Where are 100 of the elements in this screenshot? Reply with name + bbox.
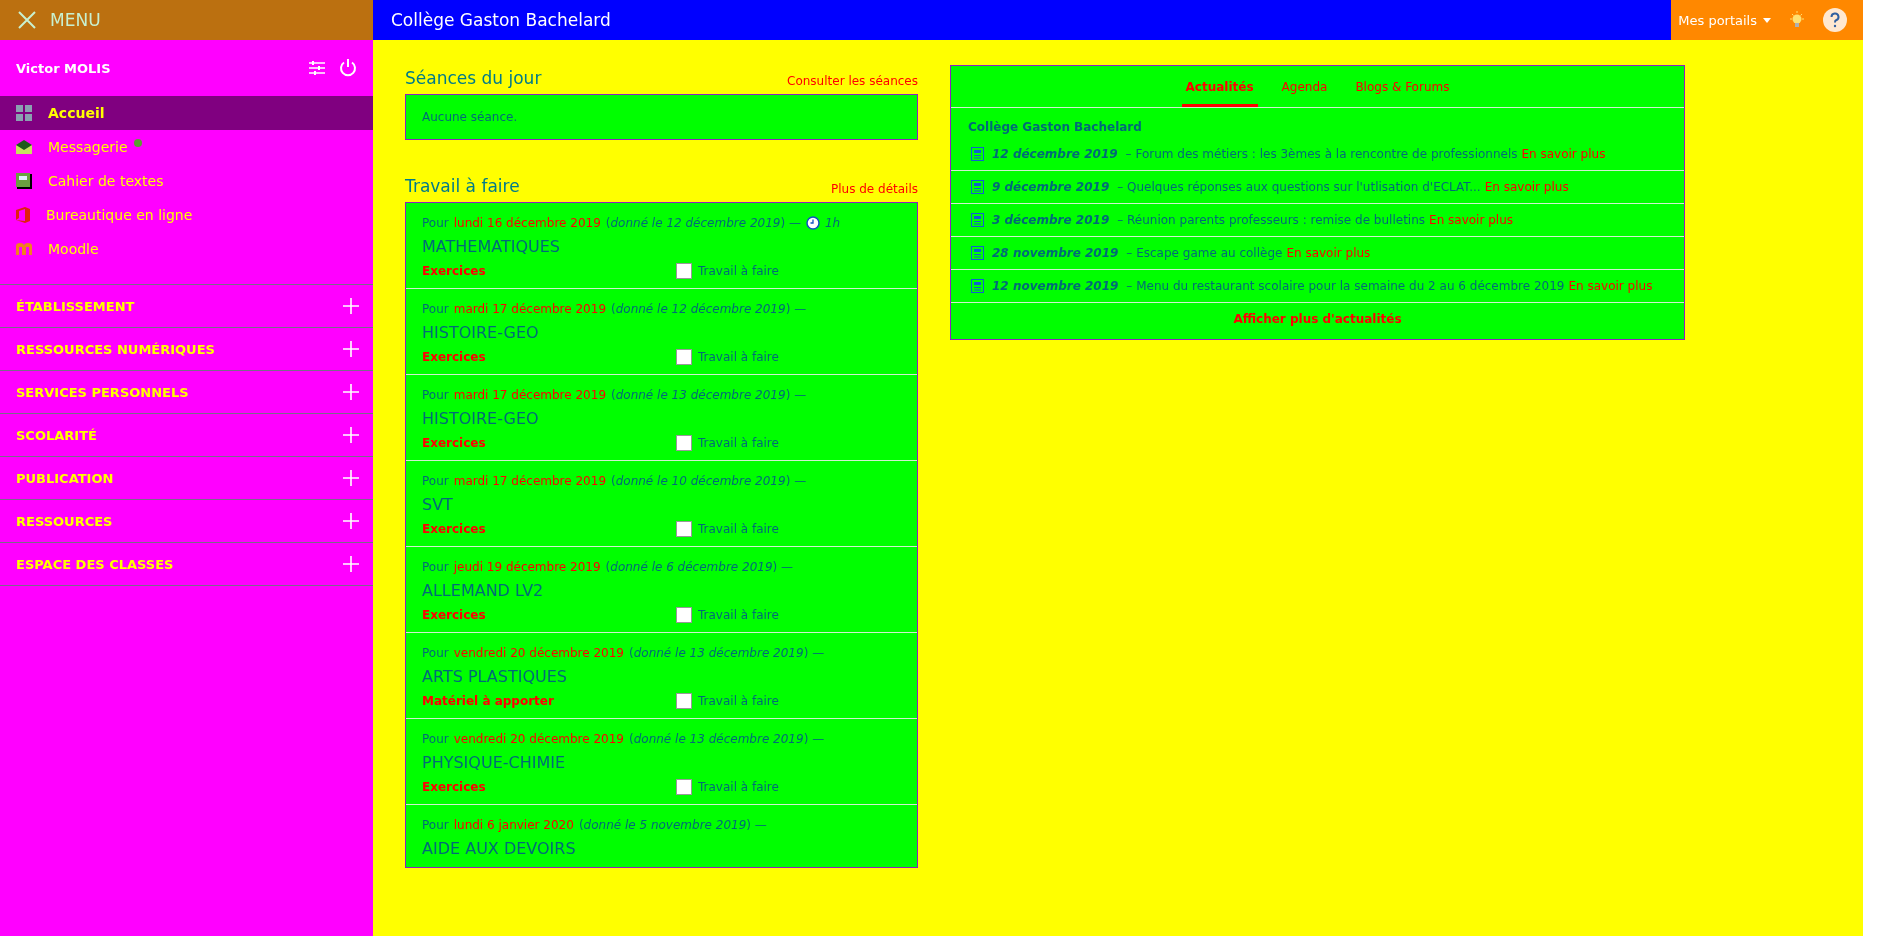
due-date: mardi 17 décembre 2019 [453,474,606,488]
homework-type: Exercices [422,436,487,450]
homework-type: Exercices [422,350,487,364]
news-date: 3 décembre 2019 [992,213,1110,227]
tab[interactable]: Blogs & Forums [1351,80,1454,107]
news-date: 28 novembre 2019 [992,246,1119,260]
sidebar-section[interactable]: PUBLICATION [0,457,373,500]
grid-icon [16,105,32,121]
news-title: – Menu du restaurant scolaire pour la semaine du 2 au 6 décembre 2019 [1126,279,1565,293]
read-more-link[interactable]: En savoir plus [1286,246,1371,260]
news-title: – Réunion parents professeurs : remise de bulletins [1117,213,1426,227]
details-link[interactable]: Plus de détails [830,182,918,196]
homework-type: Exercices [422,522,487,536]
help-button[interactable] [1823,8,1847,32]
homework-prefix: Pour [422,818,449,832]
subject: PHYSIQUE-CHIMIE [422,753,567,772]
checkbox[interactable] [676,607,692,623]
help-icon [1823,8,1847,32]
read-more-link[interactable]: En savoir plus [1568,279,1653,293]
due-date: mardi 17 décembre 2019 [453,302,606,316]
read-more-link[interactable]: En savoir plus [1429,213,1513,227]
sidebar-item[interactable]: Cahier de textes [0,164,373,198]
moodle-icon [16,243,32,255]
sidebar-item[interactable]: Accueil [0,96,373,130]
empty-message: Aucune séance. [421,109,519,126]
user-name: Victor MOLIS [16,60,112,76]
tab[interactable]: Actualités [1181,80,1258,107]
sidebar-item[interactable]: Messagerie [0,130,373,164]
sidebar-item[interactable]: Moodle [0,232,373,266]
sidebar-section[interactable]: ÉTABLISSEMENT [0,285,373,328]
homework-type: Exercices [422,608,487,622]
done-checkbox[interactable]: Travail à faire [676,521,779,537]
due-date: mardi 17 décembre 2019 [453,388,606,402]
homework-prefix: Pour [422,388,449,402]
sidebar-section[interactable]: SCOLARITÉ [0,414,373,457]
given-date: (donné le 12 décembre 2019) — [611,302,807,316]
sidebar-section[interactable]: SERVICES PERSONNELS [0,371,373,414]
more-news-link[interactable]: Afficher plus d'actualités [951,303,1684,339]
homework-prefix: Pour [422,646,449,660]
done-checkbox[interactable]: Travail à faire [676,349,779,365]
given-date: (donné le 10 décembre 2019) — [611,474,807,488]
power-button[interactable] [339,59,357,77]
checkbox[interactable] [676,521,692,537]
given-date: (donné le 13 décembre 2019) — [629,646,825,660]
tab[interactable]: Agenda [1277,80,1332,107]
subject: ARTS PLASTIQUES [422,667,568,686]
menu-button[interactable]: MENU [0,0,373,40]
subject: HISTOIRE-GEO [422,409,540,428]
checkbox[interactable] [676,349,692,365]
sidebar-item[interactable]: Bureautique en ligne [0,198,373,232]
read-more-link[interactable]: En savoir plus [1521,147,1606,161]
given-date: (donné le 5 novembre 2019) — [578,818,767,832]
duration: 1h [824,216,841,230]
sidebar-section[interactable]: RESSOURCES [0,500,373,543]
sessions-link[interactable]: Consulter les séances [787,74,918,88]
done-checkbox[interactable]: Travail à faire [676,779,779,795]
settings-button[interactable] [309,61,325,75]
subject: SVT [422,495,454,514]
section-title: Travail à faire [405,176,520,196]
envelope-icon [16,140,32,154]
checkbox[interactable] [676,779,692,795]
given-date: (donné le 12 décembre 2019) — [605,216,801,230]
clock-icon [805,216,820,230]
due-date: lundi 6 janvier 2020 [453,818,574,832]
given-date: (donné le 13 décembre 2019) — [611,388,807,402]
given-date: (donné le 6 décembre 2019) — [605,560,794,574]
news-date: 12 décembre 2019 [992,147,1118,161]
document-icon [971,147,984,161]
sidebar-section[interactable]: RESSOURCES NUMÉRIQUES [0,328,373,371]
done-checkbox[interactable]: Travail à faire [676,607,779,623]
lightbulb-icon [1789,11,1805,29]
checkbox[interactable] [676,693,692,709]
read-more-link[interactable]: En savoir plus [1484,180,1569,194]
news-source: Collège Gaston Bachelard [967,119,1143,136]
document-icon [971,213,984,227]
checkbox[interactable] [676,263,692,279]
done-checkbox[interactable]: Travail à faire [676,435,779,451]
caret-icon [1763,17,1771,23]
subject: MATHEMATIQUES [422,237,561,256]
news-date: 9 décembre 2019 [992,180,1110,194]
power-icon [339,59,357,77]
news-date: 12 novembre 2019 [992,279,1119,293]
news-title: – Escape game au collège [1126,246,1283,260]
due-date: vendredi 20 décembre 2019 [453,732,624,746]
sidebar-section[interactable]: ESPACE DES CLASSES [0,543,373,586]
idea-button[interactable] [1789,11,1805,29]
notebook-icon [16,173,32,189]
sliders-icon [309,61,325,75]
homework-prefix: Pour [422,302,449,316]
checkbox[interactable] [676,435,692,451]
portals-dropdown[interactable]: Mes portails [1678,12,1771,28]
homework-prefix: Pour [422,732,449,746]
homework-prefix: Pour [422,216,449,230]
homework-type: Exercices [422,780,487,794]
done-checkbox[interactable]: Travail à faire [676,263,779,279]
given-date: (donné le 13 décembre 2019) — [629,732,825,746]
done-checkbox[interactable]: Travail à faire [676,693,779,709]
document-icon [971,279,984,293]
section-title: Séances du jour [405,68,542,88]
document-icon [971,246,984,260]
